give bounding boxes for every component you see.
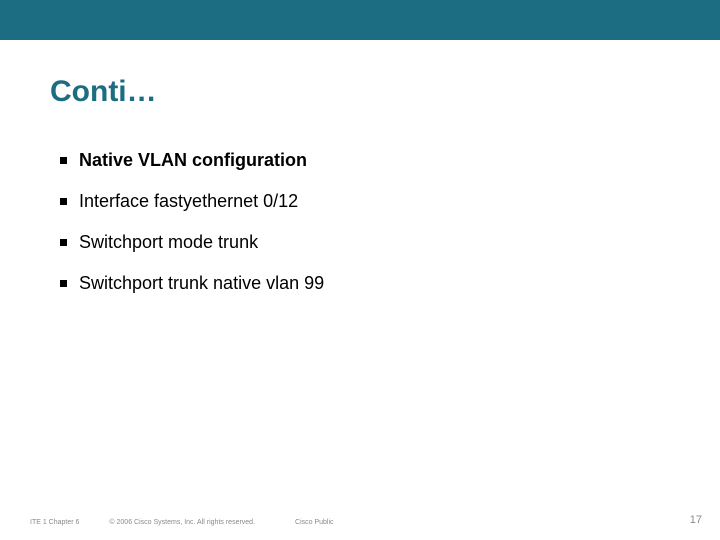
page-number: 17	[690, 514, 702, 526]
bullet-icon	[60, 280, 67, 287]
list-item: Interface fastyethernet 0/12	[60, 191, 660, 212]
footer-public: Cisco Public	[295, 519, 334, 526]
footer-left: ITE 1 Chapter 6	[30, 519, 79, 526]
slide: Conti… Native VLAN configuration Interfa…	[0, 0, 720, 540]
bullet-text: Switchport mode trunk	[79, 232, 258, 253]
bullet-text: Interface fastyethernet 0/12	[79, 191, 298, 212]
bullet-icon	[60, 198, 67, 205]
list-item: Switchport trunk native vlan 99	[60, 273, 660, 294]
top-bar	[0, 0, 720, 40]
footer-copyright: © 2006 Cisco Systems, Inc. All rights re…	[109, 519, 255, 526]
list-item: Switchport mode trunk	[60, 232, 660, 253]
list-item: Native VLAN configuration	[60, 150, 660, 171]
footer: ITE 1 Chapter 6 © 2006 Cisco Systems, In…	[0, 519, 720, 526]
bullet-text: Native VLAN configuration	[79, 150, 307, 171]
bullet-icon	[60, 157, 67, 164]
slide-title: Conti…	[50, 75, 157, 109]
bullet-icon	[60, 239, 67, 246]
bullet-text: Switchport trunk native vlan 99	[79, 273, 324, 294]
bullet-list: Native VLAN configuration Interface fast…	[60, 150, 660, 314]
